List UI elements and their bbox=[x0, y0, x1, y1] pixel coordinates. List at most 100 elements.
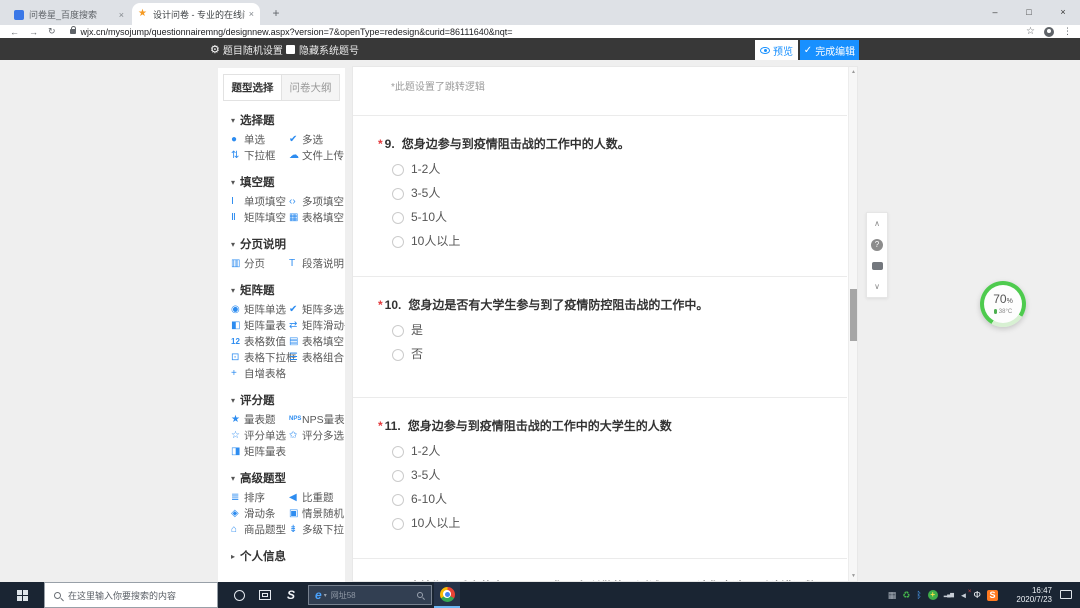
pinned-app-button[interactable]: S bbox=[278, 582, 304, 608]
sidebar-item-multi-blank[interactable]: ‹›多项填空 bbox=[289, 193, 345, 209]
sidebar-item-product[interactable]: ⌂商品题型 bbox=[231, 521, 289, 537]
tab-question-types[interactable]: 题型选择 bbox=[224, 75, 281, 100]
sidebar-section-header[interactable]: ▾ 矩阵题 bbox=[231, 282, 345, 298]
photos-tray-icon[interactable]: ▦ bbox=[888, 590, 897, 600]
edge-search-widget[interactable]: e ▾ 网址58 bbox=[308, 585, 432, 605]
radio-icon[interactable] bbox=[392, 518, 404, 530]
help-button[interactable]: ? bbox=[867, 234, 887, 255]
radio-option[interactable]: 10人以上 bbox=[392, 235, 827, 248]
radio-option[interactable]: 是 bbox=[392, 324, 827, 337]
sidebar-item-matrix-scale2[interactable]: ◨矩阵量表 bbox=[231, 443, 289, 459]
question-block-11[interactable]: *11.您身边参与到疫情阻击战的工作中的大学生的人数 1-2人 3-5人 6-1… bbox=[353, 398, 847, 559]
close-button[interactable]: × bbox=[1046, 0, 1080, 25]
sidebar-item-rating-multi[interactable]: ✩评分多选 bbox=[289, 427, 345, 443]
browser-tab-inactive[interactable]: 问卷星_百度搜索 × bbox=[8, 4, 130, 25]
sidebar-section-header[interactable]: ▾ 填空题 bbox=[231, 174, 345, 190]
hide-system-number-option[interactable]: 隐藏系统题号 bbox=[286, 38, 359, 60]
tab-close-icon[interactable]: × bbox=[119, 10, 124, 20]
question-block-partial[interactable]: *此题设置了跳转逻辑 bbox=[353, 67, 847, 116]
sidebar-section-header[interactable]: ▾ 分页说明 bbox=[231, 236, 345, 252]
tab-close-icon[interactable]: × bbox=[249, 9, 254, 19]
sidebar-item-weight[interactable]: ◀比重题 bbox=[289, 489, 345, 505]
radio-icon[interactable] bbox=[392, 494, 404, 506]
start-button[interactable] bbox=[0, 582, 44, 608]
radio-icon[interactable] bbox=[392, 470, 404, 482]
question-block-9[interactable]: *9.您身边参与到疫情阻击战的工作中的人数。 1-2人 3-5人 5-10人 1… bbox=[353, 116, 847, 277]
radio-icon[interactable] bbox=[392, 349, 404, 361]
radio-option[interactable]: 5-10人 bbox=[392, 211, 827, 224]
radio-option[interactable]: 1-2人 bbox=[392, 163, 827, 176]
checkbox-icon[interactable] bbox=[286, 45, 295, 54]
sidebar-item-dropdown[interactable]: ⇅下拉框 bbox=[231, 147, 289, 163]
tab-outline[interactable]: 问卷大纲 bbox=[281, 75, 339, 100]
minimize-button[interactable]: – bbox=[978, 0, 1012, 25]
taskbar-clock[interactable]: 16:47 2020/7/23 bbox=[1016, 582, 1052, 608]
question-block-10[interactable]: *10.您身边是否有大学生参与到了疫情防控阻击战的工作中。 是 否 bbox=[353, 277, 847, 398]
sidebar-section-header[interactable]: ▾ 评分题 bbox=[231, 392, 345, 408]
panel-scrollbar[interactable]: ▲ ▼ bbox=[848, 67, 857, 581]
browser-menu-icon[interactable]: ⋮ bbox=[1063, 26, 1072, 37]
antivirus-tray-icon[interactable]: + bbox=[928, 590, 938, 600]
new-tab-button[interactable]: + bbox=[268, 5, 284, 21]
profile-avatar[interactable] bbox=[1044, 27, 1054, 37]
sidebar-item-nps[interactable]: NPSNPS量表 bbox=[289, 411, 345, 427]
sidebar-item-rating-single[interactable]: ☆评分单选 bbox=[231, 427, 289, 443]
radio-icon[interactable] bbox=[392, 212, 404, 224]
sidebar-item-sort[interactable]: ≣排序 bbox=[231, 489, 289, 505]
sidebar-item-auto-table[interactable]: +自增表格 bbox=[231, 365, 289, 381]
sidebar-item-scale[interactable]: ★量表题 bbox=[231, 411, 289, 427]
address-url[interactable]: wjx.cn/mysojump/questionnairemng/designn… bbox=[81, 27, 513, 37]
radio-option[interactable]: 3-5人 bbox=[392, 469, 827, 482]
bluetooth-icon[interactable]: ᛒ bbox=[916, 590, 921, 600]
random-settings-option[interactable]: ⚙ 题目随机设置 bbox=[210, 38, 283, 60]
input-method-icon[interactable]: Ф bbox=[973, 590, 981, 601]
sidebar-item-matrix-single[interactable]: ◉矩阵单选 bbox=[231, 301, 289, 317]
radio-icon[interactable] bbox=[392, 164, 404, 176]
radio-icon[interactable] bbox=[392, 188, 404, 200]
sidebar-item-file-upload[interactable]: ☁文件上传 bbox=[289, 147, 345, 163]
browser-tab-active[interactable]: ★ 设计问卷 - 专业的在线问卷调 × bbox=[132, 3, 260, 25]
sidebar-item-table-blank[interactable]: ▦表格填空 bbox=[289, 209, 345, 225]
sidebar-section-header[interactable]: ▸ 个人信息 bbox=[231, 548, 345, 564]
sidebar-item-cascade-dropdown[interactable]: ⇟多级下拉 bbox=[289, 521, 345, 537]
scroll-down-icon[interactable]: ▼ bbox=[849, 573, 858, 579]
radio-option[interactable]: 1-2人 bbox=[392, 445, 827, 458]
sidebar-item-table-fill[interactable]: ▤表格填空 bbox=[289, 333, 345, 349]
network-signal-icon[interactable]: ▂▄▆ bbox=[944, 592, 954, 598]
question-block-12[interactable]: *12.疫情期间乘坐的交通工具，您现在所做的是测试题目，请您全选以剔除错误数据。… bbox=[353, 559, 847, 582]
temperature-widget[interactable]: 70% 38°C bbox=[980, 281, 1026, 327]
radio-option[interactable]: 6-10人 bbox=[392, 493, 827, 506]
sidebar-item-table-number[interactable]: 12表格数值 bbox=[231, 333, 289, 349]
volume-muted-icon[interactable]: ◄× bbox=[959, 591, 967, 600]
scroll-top-button[interactable]: ∧ bbox=[867, 213, 887, 234]
radio-option[interactable]: 3-5人 bbox=[392, 187, 827, 200]
radio-icon[interactable] bbox=[392, 236, 404, 248]
sidebar-section-header[interactable]: ▾ 高级题型 bbox=[231, 470, 345, 486]
task-view-button[interactable] bbox=[252, 582, 278, 608]
sidebar-item-matrix-scale[interactable]: ◧矩阵量表 bbox=[231, 317, 289, 333]
radio-option[interactable]: 否 bbox=[392, 348, 827, 361]
sidebar-section-header[interactable]: ▾ 选择题 bbox=[231, 112, 345, 128]
sidebar-item-multi-choice[interactable]: ✔多选 bbox=[289, 131, 345, 147]
sidebar-item-scenario-random[interactable]: ▣情景随机 bbox=[289, 505, 345, 521]
bookmark-star-icon[interactable]: ☆ bbox=[1026, 26, 1035, 37]
radio-icon[interactable] bbox=[392, 325, 404, 337]
sidebar-item-paragraph[interactable]: T段落说明 bbox=[289, 255, 345, 271]
scrollbar-thumb[interactable] bbox=[850, 289, 857, 341]
radio-icon[interactable] bbox=[392, 446, 404, 458]
sogou-input-icon[interactable]: S bbox=[987, 590, 998, 601]
pinwheel-tray-icon[interactable]: ♻ bbox=[902, 590, 910, 600]
action-center-icon[interactable] bbox=[1060, 590, 1072, 599]
forward-icon[interactable]: → bbox=[29, 27, 38, 37]
cortana-button[interactable] bbox=[226, 582, 252, 608]
back-icon[interactable]: ← bbox=[10, 27, 19, 37]
sidebar-item-matrix-multi[interactable]: ✔矩阵多选 bbox=[289, 301, 345, 317]
sidebar-item-slider[interactable]: ◈滑动条 bbox=[231, 505, 289, 521]
sidebar-item-single-blank[interactable]: Ⅰ单项填空 bbox=[231, 193, 289, 209]
maximize-button[interactable]: □ bbox=[1012, 0, 1046, 25]
sidebar-item-single-choice[interactable]: ●单选 bbox=[231, 131, 289, 147]
scroll-up-icon[interactable]: ▲ bbox=[849, 69, 858, 75]
sidebar-item-matrix-blank[interactable]: Ⅱ矩阵填空 bbox=[231, 209, 289, 225]
scroll-bottom-button[interactable]: ∨ bbox=[867, 276, 887, 297]
sidebar-item-table-combo[interactable]: ☰表格组合 bbox=[289, 349, 345, 365]
